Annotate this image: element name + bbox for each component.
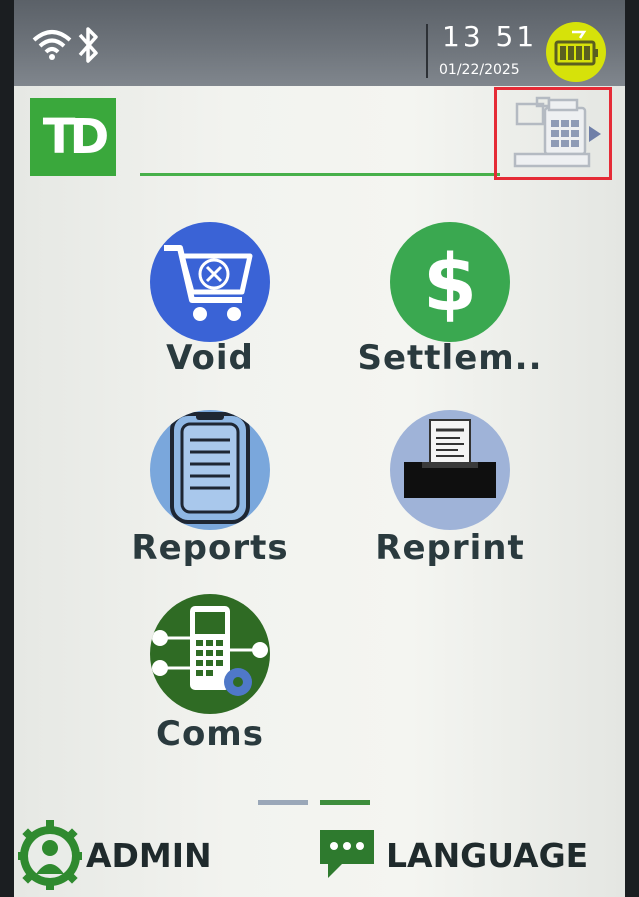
reprint-icon-circle: [390, 410, 510, 530]
void-label: Void: [166, 338, 254, 378]
header-divider: [140, 173, 500, 176]
void-icon-circle: [150, 222, 270, 342]
dollar-icon: $: [423, 239, 477, 329]
clipboard-icon: [170, 412, 250, 524]
printer-receipt-icon: [404, 419, 496, 498]
wifi-icon: [32, 30, 72, 60]
reprint-tile[interactable]: Reprint: [330, 410, 570, 580]
clock-time: 13 51: [442, 20, 538, 53]
reports-tile[interactable]: Reports: [90, 410, 330, 580]
coms-icon-circle: [150, 594, 270, 714]
td-logo-text: TD: [42, 109, 110, 165]
clock-date: 01/22/2025: [439, 62, 520, 78]
battery-icon: [546, 22, 606, 82]
admin-button[interactable]: ADMIN: [18, 820, 278, 890]
terminal-screen: 13 51 01/22/2025 TD Void $ Settlem.. Rep…: [14, 0, 625, 897]
coms-label: Coms: [156, 714, 264, 754]
cash-register-button[interactable]: [494, 87, 612, 180]
bluetooth-icon: [78, 27, 98, 63]
settlement-icon-circle: $: [390, 222, 510, 342]
svg-text:$: $: [423, 239, 477, 329]
status-bar: 13 51 01/22/2025: [14, 0, 625, 86]
admin-label: ADMIN: [86, 836, 212, 875]
admin-gear-user-icon: [18, 820, 82, 890]
shopping-cart-cancel-icon: [164, 245, 253, 321]
page-indicator-2[interactable]: [320, 800, 370, 805]
reports-icon-circle: [150, 410, 270, 530]
reports-label: Reports: [131, 528, 289, 568]
td-logo: TD: [30, 98, 116, 176]
page-indicator-1[interactable]: [258, 800, 308, 805]
settlement-tile[interactable]: $ Settlem..: [330, 222, 570, 392]
terminal-network-icon: [152, 606, 268, 696]
settlement-label: Settlem..: [357, 338, 543, 378]
void-tile[interactable]: Void: [90, 222, 330, 392]
language-label: LANGUAGE: [386, 836, 589, 875]
status-divider: [426, 24, 428, 78]
language-button[interactable]: LANGUAGE: [316, 820, 621, 890]
speech-bubble-icon: [320, 830, 374, 878]
cash-register-icon: [513, 96, 601, 168]
reprint-label: Reprint: [375, 528, 525, 568]
coms-tile[interactable]: Coms: [90, 594, 330, 764]
